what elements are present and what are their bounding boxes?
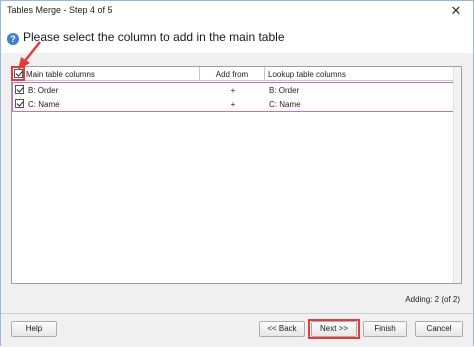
select-all-highlight (11, 66, 25, 81)
adding-status: Adding: 2 (of 2) (405, 295, 460, 304)
header-lookup-columns[interactable]: Lookup table columns (268, 70, 428, 79)
checkbox-checked-icon (15, 99, 24, 108)
row-main-column: C: Name (28, 100, 60, 109)
footer-bar: Help << Back Next >> Finish Cancel (1, 314, 473, 347)
row-main-column: B: Order (28, 86, 59, 95)
grid-scrollbar[interactable] (453, 67, 461, 283)
window-title: Tables Merge - Step 4 of 5 (7, 5, 113, 15)
row-add-from[interactable]: + (200, 100, 266, 109)
table-row[interactable]: B: Order + B: Order (13, 83, 460, 97)
row-lookup-column: C: Name (269, 100, 301, 109)
help-button[interactable]: Help (11, 321, 57, 337)
cancel-button[interactable]: Cancel (415, 321, 463, 337)
title-bar: Tables Merge - Step 4 of 5 ✕ (1, 1, 473, 21)
finish-button[interactable]: Finish (363, 321, 407, 337)
back-button[interactable]: << Back (259, 321, 305, 337)
header-band: ? Please select the column to add in the… (1, 21, 473, 53)
next-button[interactable]: Next >> (311, 321, 357, 337)
row-checkbox[interactable] (15, 85, 24, 94)
checkbox-checked-icon (15, 85, 24, 94)
header-add-from[interactable]: Add from (199, 67, 265, 81)
columns-grid: Main table columns Add from Lookup table… (11, 66, 462, 284)
dialog-window: Tables Merge - Step 4 of 5 ✕ ? Please se… (0, 0, 474, 347)
table-row[interactable]: C: Name + C: Name (13, 97, 460, 111)
header-main-columns[interactable]: Main table columns (26, 70, 196, 79)
step-prompt: Please select the column to add in the m… (23, 30, 285, 44)
row-checkbox[interactable] (15, 99, 24, 108)
help-icon: ? (7, 33, 19, 45)
row-add-from[interactable]: + (200, 86, 266, 95)
grid-header: Main table columns Add from Lookup table… (11, 66, 461, 81)
close-icon[interactable]: ✕ (445, 2, 467, 20)
row-lookup-column: B: Order (269, 86, 300, 95)
rows-selection-box: B: Order + B: Order C: Name + C: Name (12, 82, 461, 112)
